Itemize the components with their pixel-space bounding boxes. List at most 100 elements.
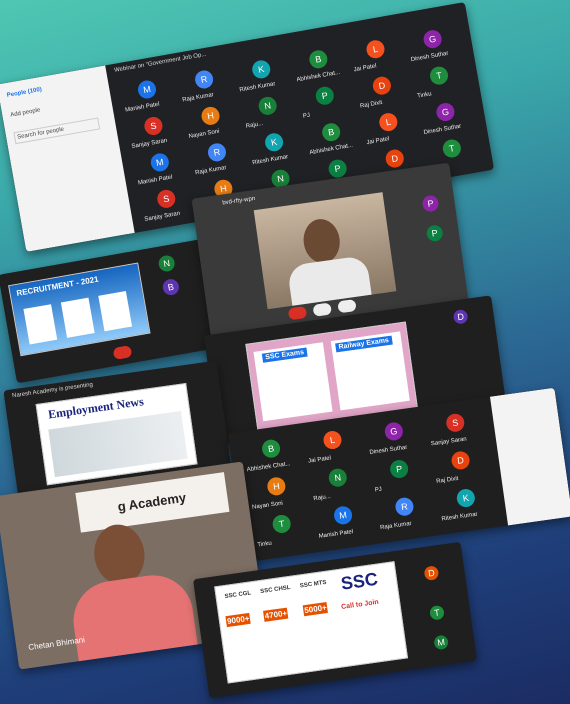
participant-name: Ritesh Kumar bbox=[239, 81, 276, 94]
participant-name: PJ bbox=[374, 486, 383, 494]
participant-tile[interactable]: S bbox=[445, 412, 466, 433]
participant-tile[interactable]: M bbox=[332, 505, 354, 526]
participant-tile[interactable]: S bbox=[142, 115, 164, 137]
participant-tile[interactable]: R bbox=[206, 141, 228, 163]
participant-tile[interactable]: B bbox=[260, 438, 282, 459]
vacancy-1: 9000+ bbox=[225, 612, 252, 628]
participant-name: Raja Kumar bbox=[379, 520, 413, 532]
poster-box bbox=[23, 304, 58, 345]
avatar: N bbox=[157, 254, 176, 273]
participant-name: Jai Patel bbox=[353, 63, 377, 74]
participant-name: Dinesh Suthar bbox=[369, 444, 408, 456]
participant-name: Raju... bbox=[245, 120, 264, 130]
participant-tile[interactable]: T bbox=[428, 65, 450, 87]
railway-list: Railway Exams bbox=[330, 331, 410, 411]
participant-tile[interactable]: S bbox=[155, 188, 177, 210]
participant-tile[interactable]: H bbox=[266, 476, 287, 497]
participant-tile[interactable]: L bbox=[377, 111, 399, 133]
participant-tile[interactable]: D bbox=[450, 450, 471, 471]
employment-news-poster: Employment News bbox=[35, 382, 198, 486]
academy-label: g Academy bbox=[116, 489, 187, 515]
academy-backdrop: g Academy bbox=[75, 472, 230, 533]
participant-tile[interactable]: M bbox=[149, 151, 171, 173]
participant-tile[interactable]: T bbox=[271, 513, 292, 535]
participant-name: Raja Kumar bbox=[181, 92, 215, 104]
participant-tile[interactable]: T bbox=[441, 138, 463, 159]
participant-name: Jai Patel bbox=[307, 455, 332, 465]
collage-stage: People (100) Add people Search for peopl… bbox=[0, 0, 570, 704]
participant-name: Manish Patel bbox=[137, 174, 173, 187]
participant-name: Raj Dixit bbox=[359, 99, 383, 110]
gallery-grid: B Abhishek Chat... L Jai Patel G Dinesh Sutha… bbox=[239, 405, 503, 554]
avatar: D bbox=[423, 565, 440, 582]
participant-name: Tinku bbox=[257, 540, 273, 549]
participant-tile[interactable]: D bbox=[384, 148, 406, 169]
participant-name: Raju... bbox=[313, 493, 332, 503]
participant-tile[interactable]: L bbox=[365, 38, 386, 60]
end-call-button[interactable] bbox=[287, 305, 308, 321]
participant-tile[interactable]: B bbox=[320, 121, 342, 143]
ssc-list: SSC Exams bbox=[253, 342, 333, 422]
participant-name: Dinesh Suthar bbox=[410, 50, 449, 64]
speaker-video bbox=[253, 192, 397, 310]
participant-tile[interactable]: R bbox=[394, 496, 415, 517]
participant-name: Ritesh Kumar bbox=[251, 154, 289, 167]
ssc-mts-label: SSC MTS bbox=[299, 579, 327, 590]
participant-name: Manish Patel bbox=[124, 101, 161, 114]
participant-name: PJ bbox=[302, 112, 311, 120]
camera-button[interactable] bbox=[337, 298, 357, 314]
participant-tile[interactable]: K bbox=[455, 487, 477, 509]
people-tab[interactable]: People (100) bbox=[6, 87, 42, 99]
speaker-shirt bbox=[286, 255, 372, 306]
participant-tile[interactable]: G bbox=[435, 101, 456, 123]
recruitment-title: RECRUITMENT - 2021 bbox=[15, 274, 100, 298]
vacancy-2: 4700+ bbox=[263, 607, 289, 622]
participant-name: Dinesh Suthar bbox=[423, 123, 462, 137]
meeting-details-panel bbox=[489, 387, 570, 526]
participant-name: Abhishek Chat... bbox=[296, 69, 341, 84]
participant-name: Abhishek Chat... bbox=[246, 461, 291, 474]
search-people-input[interactable]: Search for people bbox=[13, 117, 101, 145]
participant-tile[interactable]: P bbox=[314, 85, 336, 107]
participant-name: Jai Patel bbox=[366, 136, 390, 147]
avatar: P bbox=[425, 224, 444, 243]
participant-name: Manish Patel bbox=[318, 529, 354, 540]
add-people-button[interactable]: Add people bbox=[10, 107, 41, 118]
participant-name: Raj Dixit bbox=[435, 475, 459, 485]
ssc-poster: SSC SSC CGL SSC CHSL SSC MTS 9000+ 4700+… bbox=[214, 561, 409, 684]
participant-tile[interactable]: N bbox=[327, 467, 348, 488]
participant-name: Nayan Soni bbox=[188, 128, 220, 140]
poster-box bbox=[60, 297, 95, 338]
ssc-cgl-label: SSC CGL bbox=[224, 590, 252, 601]
poster-box bbox=[98, 291, 133, 332]
recruitment-poster: RECRUITMENT - 2021 bbox=[8, 262, 151, 357]
participant-tile[interactable]: G bbox=[422, 28, 444, 50]
participant-tile[interactable]: P bbox=[327, 158, 349, 180]
avatar: B bbox=[161, 277, 181, 297]
railway-exam-label: Railway Exams bbox=[335, 335, 393, 353]
participant-name: Sanjay Saran bbox=[131, 137, 168, 151]
participant-tile[interactable]: K bbox=[250, 58, 272, 80]
ssc-chsl-label: SSC CHSL bbox=[259, 584, 291, 596]
participant-name: Tinku bbox=[416, 91, 433, 100]
participant-tile[interactable]: P bbox=[389, 458, 410, 480]
participant-tile[interactable]: N bbox=[257, 95, 279, 117]
participant-tile[interactable]: H bbox=[200, 105, 221, 127]
call-to-join: Call to Join bbox=[340, 598, 380, 611]
speaker-head bbox=[300, 216, 343, 266]
participant-name: Sanjay Saran bbox=[144, 210, 181, 223]
mic-button[interactable] bbox=[312, 302, 332, 317]
participant-tile[interactable]: B bbox=[307, 48, 329, 70]
participant-tile[interactable]: G bbox=[383, 421, 405, 442]
end-call-button[interactable] bbox=[112, 345, 133, 360]
participant-tile[interactable]: M bbox=[136, 79, 158, 100]
participant-tile[interactable]: R bbox=[193, 69, 215, 90]
participant-name: Nayan Soni bbox=[251, 500, 284, 511]
meeting-code: bvd-rfty-wpn bbox=[222, 195, 256, 207]
participant-tile[interactable]: K bbox=[263, 131, 285, 153]
participant-name: Ritesh Kumar bbox=[441, 511, 479, 523]
participant-tile[interactable]: L bbox=[322, 429, 343, 451]
participant-name: Raja Kumar bbox=[194, 164, 228, 177]
participant-tile[interactable]: D bbox=[371, 75, 393, 97]
vacancy-3: 5000+ bbox=[302, 601, 329, 617]
